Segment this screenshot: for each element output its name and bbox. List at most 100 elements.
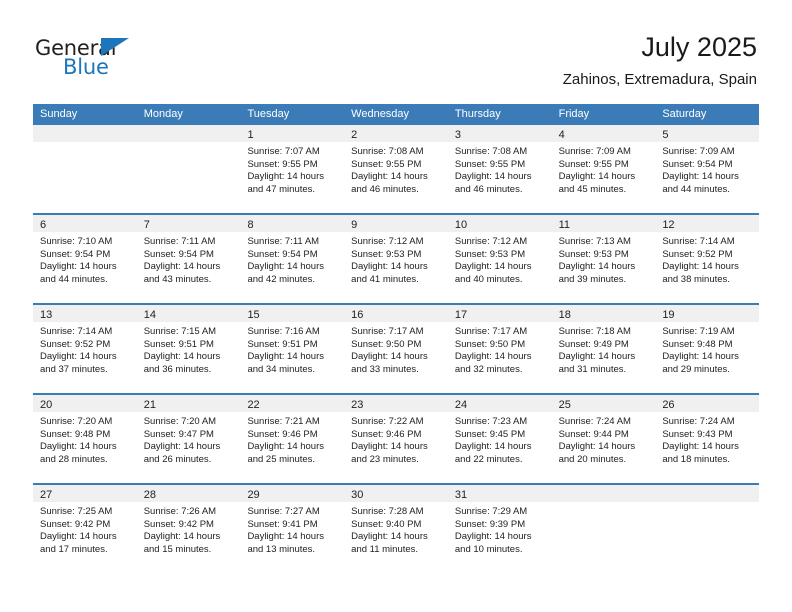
day-number-band: 7 <box>136 215 241 232</box>
day-number-band: 22 <box>240 395 345 412</box>
calendar-day-cell[interactable]: 16 Sunrise: 7:17 AM Sunset: 9:50 PM Dayligh… <box>344 305 448 393</box>
calendar-day-cell-empty <box>655 485 760 573</box>
calendar-day-cell[interactable]: 15 Sunrise: 7:16 AM Sunset: 9:51 PM Dayligh… <box>240 305 345 393</box>
calendar-day-cell[interactable]: 4 Sunrise: 7:09 AM Sunset: 9:55 PM Daylight… <box>551 125 656 213</box>
calendar-day-cell[interactable]: 31 Sunrise: 7:29 AM Sunset: 9:39 PM Dayligh… <box>447 485 552 573</box>
calendar-day-cell[interactable]: 11 Sunrise: 7:13 AM Sunset: 9:53 PM Dayligh… <box>551 215 656 303</box>
daylight-text-line2: and 44 minutes. <box>662 183 730 195</box>
sunrise-text: Sunrise: 7:15 AM <box>143 326 217 337</box>
calendar-day-cell[interactable]: 18 Sunrise: 7:18 AM Sunset: 9:49 PM Dayligh… <box>551 305 656 393</box>
calendar-week-cells: 1 Sunrise: 7:07 AM Sunset: 9:55 PM Daylight… <box>33 125 760 213</box>
calendar-day-cell[interactable]: 10 Sunrise: 7:12 AM Sunset: 9:53 PM Dayligh… <box>447 215 552 303</box>
daylight-text-line2: and 46 minutes. <box>454 183 523 195</box>
calendar-day-cell[interactable]: 28 Sunrise: 7:26 AM Sunset: 9:42 PM Dayligh… <box>136 485 241 573</box>
calendar-day-cell[interactable]: 26 Sunrise: 7:24 AM Sunset: 9:43 PM Dayligh… <box>655 395 760 483</box>
day-number: 23 <box>351 399 364 411</box>
calendar-day-cell[interactable]: 20 Sunrise: 7:20 AM Sunset: 9:48 PM Dayligh… <box>33 395 137 483</box>
calendar-day-cell[interactable]: 3 Sunrise: 7:08 AM Sunset: 9:55 PM Daylight… <box>447 125 552 213</box>
sunset-text: Sunset: 9:54 PM <box>143 248 214 260</box>
calendar-day-cell[interactable]: 21 Sunrise: 7:20 AM Sunset: 9:47 PM Dayligh… <box>136 395 241 483</box>
sunset-text: Sunset: 9:54 PM <box>247 248 318 260</box>
sunrise-text: Sunrise: 7:28 AM <box>351 506 424 517</box>
calendar-week-row: 13 Sunrise: 7:14 AM Sunset: 9:52 PM Dayligh… <box>33 303 760 393</box>
daylight-text-line2: and 31 minutes. <box>558 363 627 375</box>
daylight-text-line1: Daylight: 14 hours <box>143 441 221 453</box>
sunrise-text: Sunrise: 7:20 AM <box>143 416 217 427</box>
calendar-day-cell[interactable]: 5 Sunrise: 7:09 AM Sunset: 9:54 PM Daylight… <box>655 125 760 213</box>
sunrise-text: Sunrise: 7:29 AM <box>454 506 528 517</box>
daylight-text-line2: and 11 minutes. <box>351 543 419 555</box>
sunrise-text: Sunrise: 7:12 AM <box>454 236 528 247</box>
calendar-day-cell[interactable]: 6 Sunrise: 7:10 AM Sunset: 9:54 PM Daylight… <box>33 215 137 303</box>
daylight-text-line1: Daylight: 14 hours <box>454 441 532 453</box>
day-sun-info: Sunrise: 7:23 AM Sunset: 9:45 PM Daylight:… <box>448 412 552 466</box>
daylight-text-line2: and 46 minutes. <box>351 183 419 195</box>
general-blue-logo[interactable]: General Blue <box>35 36 215 88</box>
calendar-day-cell[interactable]: 19 Sunrise: 7:19 AM Sunset: 9:48 PM Dayligh… <box>655 305 760 393</box>
sunset-text: Sunset: 9:54 PM <box>40 248 111 260</box>
day-sun-info: Sunrise: 7:16 AM Sunset: 9:51 PM Daylight:… <box>240 322 344 376</box>
daylight-text-line1: Daylight: 14 hours <box>247 351 325 363</box>
calendar-day-cell[interactable]: 25 Sunrise: 7:24 AM Sunset: 9:44 PM Dayligh… <box>551 395 656 483</box>
day-sun-info: Sunrise: 7:08 AM Sunset: 9:55 PM Daylight:… <box>344 142 448 196</box>
sunset-text: Sunset: 9:46 PM <box>351 428 422 440</box>
sunrise-text: Sunrise: 7:09 AM <box>558 146 631 157</box>
sunrise-text: Sunrise: 7:07 AM <box>247 146 320 157</box>
sunset-text: Sunset: 9:42 PM <box>40 518 111 530</box>
day-number: 12 <box>662 219 675 231</box>
sunrise-text: Sunrise: 7:13 AM <box>558 236 631 247</box>
calendar-day-cell[interactable]: 9 Sunrise: 7:12 AM Sunset: 9:53 PM Daylight… <box>344 215 448 303</box>
calendar-day-cell[interactable]: 30 Sunrise: 7:28 AM Sunset: 9:40 PM Dayligh… <box>344 485 448 573</box>
sunset-text: Sunset: 9:55 PM <box>247 158 318 170</box>
day-number-band: 21 <box>136 395 241 412</box>
calendar-day-cell[interactable]: 13 Sunrise: 7:14 AM Sunset: 9:52 PM Dayligh… <box>33 305 137 393</box>
sunrise-text: Sunrise: 7:24 AM <box>558 416 631 427</box>
calendar-week-row: 20 Sunrise: 7:20 AM Sunset: 9:48 PM Dayligh… <box>33 393 760 483</box>
daylight-text-line2: and 10 minutes. <box>454 543 523 555</box>
sunset-text: Sunset: 9:40 PM <box>351 518 422 530</box>
calendar-day-cell[interactable]: 7 Sunrise: 7:11 AM Sunset: 9:54 PM Daylight… <box>136 215 241 303</box>
calendar-day-cell[interactable]: 14 Sunrise: 7:15 AM Sunset: 9:51 PM Dayligh… <box>136 305 241 393</box>
day-sun-info: Sunrise: 7:28 AM Sunset: 9:40 PM Daylight:… <box>344 502 448 556</box>
weeks-container: 1 Sunrise: 7:07 AM Sunset: 9:55 PM Daylight… <box>33 125 760 573</box>
daylight-text-line2: and 45 minutes. <box>558 183 627 195</box>
day-number-band: 5 <box>655 125 760 142</box>
sunset-text: Sunset: 9:42 PM <box>143 518 214 530</box>
calendar-day-cell[interactable]: 1 Sunrise: 7:07 AM Sunset: 9:55 PM Daylight… <box>240 125 345 213</box>
calendar-day-cell[interactable]: 22 Sunrise: 7:21 AM Sunset: 9:46 PM Dayligh… <box>240 395 345 483</box>
day-number: 2 <box>351 129 358 141</box>
calendar-day-cell-empty <box>136 125 241 213</box>
day-sun-info: Sunrise: 7:10 AM Sunset: 9:54 PM Daylight:… <box>33 232 137 286</box>
calendar-day-cell[interactable]: 23 Sunrise: 7:22 AM Sunset: 9:46 PM Dayligh… <box>344 395 448 483</box>
day-number: 8 <box>247 219 254 231</box>
day-sun-info: Sunrise: 7:12 AM Sunset: 9:53 PM Daylight:… <box>344 232 448 286</box>
calendar-day-cell[interactable]: 2 Sunrise: 7:08 AM Sunset: 9:55 PM Daylight… <box>344 125 448 213</box>
day-number: 30 <box>351 489 364 501</box>
daylight-text-line2: and 17 minutes. <box>40 543 108 555</box>
day-number: 15 <box>247 309 260 321</box>
calendar-day-cell[interactable]: 17 Sunrise: 7:17 AM Sunset: 9:50 PM Dayligh… <box>447 305 552 393</box>
daylight-text-line1: Daylight: 14 hours <box>351 171 428 183</box>
calendar-grid: Sunday Monday Tuesday Wednesday Thursday… <box>33 104 760 573</box>
day-number-band: 20 <box>33 395 137 412</box>
calendar-day-cell[interactable]: 27 Sunrise: 7:25 AM Sunset: 9:42 PM Dayligh… <box>33 485 137 573</box>
sunset-text: Sunset: 9:53 PM <box>351 248 422 260</box>
daylight-text-line1: Daylight: 14 hours <box>351 441 428 453</box>
sunset-text: Sunset: 9:55 PM <box>454 158 526 170</box>
day-number: 17 <box>454 309 468 321</box>
calendar-day-cell[interactable]: 8 Sunrise: 7:11 AM Sunset: 9:54 PM Daylight… <box>240 215 345 303</box>
daylight-text-line2: and 33 minutes. <box>351 363 419 375</box>
daylight-text-line1: Daylight: 14 hours <box>40 261 117 273</box>
day-sun-info: Sunrise: 7:20 AM Sunset: 9:48 PM Daylight:… <box>33 412 137 466</box>
day-sun-info: Sunrise: 7:11 AM Sunset: 9:54 PM Daylight:… <box>240 232 344 286</box>
calendar-day-cell[interactable]: 12 Sunrise: 7:14 AM Sunset: 9:52 PM Dayligh… <box>655 215 760 303</box>
day-number: 22 <box>247 399 260 411</box>
sunset-text: Sunset: 9:51 PM <box>143 338 214 350</box>
day-sun-info: Sunrise: 7:09 AM Sunset: 9:54 PM Daylight:… <box>655 142 759 196</box>
sunrise-text: Sunrise: 7:08 AM <box>454 146 528 157</box>
daylight-text-line1: Daylight: 14 hours <box>662 261 739 273</box>
weekday-header-row: Sunday Monday Tuesday Wednesday Thursday… <box>33 104 759 125</box>
calendar-day-cell[interactable]: 24 Sunrise: 7:23 AM Sunset: 9:45 PM Dayligh… <box>447 395 552 483</box>
daylight-text-line2: and 28 minutes. <box>40 453 108 465</box>
calendar-day-cell[interactable]: 29 Sunrise: 7:27 AM Sunset: 9:41 PM Dayligh… <box>240 485 345 573</box>
